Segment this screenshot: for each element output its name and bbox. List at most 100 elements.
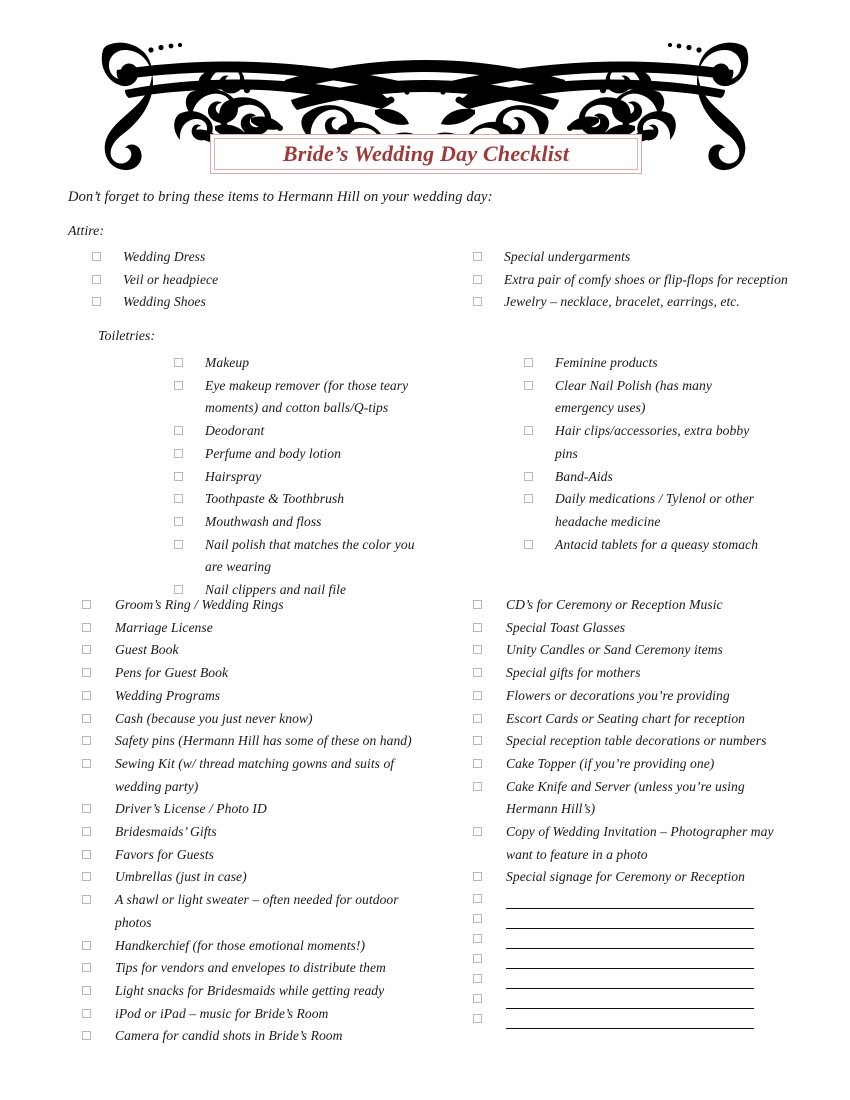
checkbox-icon[interactable] bbox=[174, 380, 183, 390]
checkbox-icon[interactable] bbox=[473, 736, 482, 746]
checkbox-icon[interactable] bbox=[473, 645, 482, 655]
checkbox-icon[interactable] bbox=[473, 781, 482, 791]
blank-write-in-row[interactable] bbox=[473, 909, 793, 930]
check-item[interactable]: Veil or headpiece bbox=[92, 269, 462, 292]
checkbox-icon[interactable] bbox=[473, 894, 482, 904]
checkbox-icon[interactable] bbox=[82, 713, 91, 723]
checkbox-icon[interactable] bbox=[174, 494, 183, 504]
checkbox-icon[interactable] bbox=[524, 539, 533, 549]
check-item[interactable]: CD’s for Ceremony or Reception Music bbox=[473, 594, 793, 617]
check-item[interactable]: Favors for Guests bbox=[82, 844, 422, 867]
blank-line[interactable] bbox=[506, 975, 754, 990]
check-item[interactable]: Groom’s Ring / Wedding Rings bbox=[82, 594, 422, 617]
check-item[interactable]: A shawl or light sweater – often needed … bbox=[82, 889, 422, 934]
check-item[interactable]: Clear Nail Polish (has many emergency us… bbox=[524, 375, 774, 420]
checkbox-icon[interactable] bbox=[473, 274, 482, 284]
check-item[interactable]: Perfume and body lotion bbox=[174, 443, 424, 466]
checkbox-icon[interactable] bbox=[473, 954, 482, 964]
check-item[interactable]: Marriage License bbox=[82, 617, 422, 640]
check-item[interactable]: Antacid tablets for a queasy stomach bbox=[524, 534, 774, 557]
check-item[interactable]: Daily medications / Tylenol or other hea… bbox=[524, 488, 774, 533]
check-item[interactable]: Handkerchief (for those emotional moment… bbox=[82, 935, 422, 958]
checkbox-icon[interactable] bbox=[473, 622, 482, 632]
checkbox-icon[interactable] bbox=[82, 804, 91, 814]
blank-write-in-row[interactable] bbox=[473, 1009, 793, 1030]
check-item[interactable]: Special signage for Ceremony or Receptio… bbox=[473, 866, 793, 889]
checkbox-icon[interactable] bbox=[524, 426, 533, 436]
check-item[interactable]: Extra pair of comfy shoes or flip-flops … bbox=[473, 269, 793, 292]
checkbox-icon[interactable] bbox=[473, 974, 482, 984]
checkbox-icon[interactable] bbox=[92, 252, 101, 261]
blank-write-in-row[interactable] bbox=[473, 929, 793, 950]
blank-line[interactable] bbox=[506, 915, 754, 930]
check-item[interactable]: Wedding Shoes bbox=[92, 291, 462, 314]
check-item[interactable]: Wedding Programs bbox=[82, 685, 422, 708]
checkbox-icon[interactable] bbox=[473, 668, 482, 678]
check-item[interactable]: Camera for candid shots in Bride’s Room bbox=[82, 1025, 422, 1048]
blank-line[interactable] bbox=[506, 995, 754, 1010]
check-item[interactable]: iPod or iPad – music for Bride’s Room bbox=[82, 1003, 422, 1026]
checkbox-icon[interactable] bbox=[174, 539, 183, 549]
check-item[interactable]: Nail polish that matches the color you a… bbox=[174, 534, 424, 579]
check-item[interactable]: Sewing Kit (w/ thread matching gowns and… bbox=[82, 753, 422, 798]
check-item[interactable]: Deodorant bbox=[174, 420, 424, 443]
check-item[interactable]: Unity Candles or Sand Ceremony items bbox=[473, 639, 793, 662]
checkbox-icon[interactable] bbox=[174, 516, 183, 526]
check-item[interactable]: Copy of Wedding Invitation – Photographe… bbox=[473, 821, 793, 866]
check-item[interactable]: Cake Topper (if you’re providing one) bbox=[473, 753, 793, 776]
checkbox-icon[interactable] bbox=[82, 668, 91, 678]
checkbox-icon[interactable] bbox=[473, 994, 482, 1004]
checkbox-icon[interactable] bbox=[82, 985, 91, 995]
check-item[interactable]: Hair clips/accessories, extra bobby pins bbox=[524, 420, 774, 465]
checkbox-icon[interactable] bbox=[82, 1031, 91, 1041]
checkbox-icon[interactable] bbox=[82, 872, 91, 882]
checkbox-icon[interactable] bbox=[473, 713, 482, 723]
blank-write-in-row[interactable] bbox=[473, 969, 793, 990]
checkbox-icon[interactable] bbox=[524, 471, 533, 481]
check-item[interactable]: Eye makeup remover (for those teary mome… bbox=[174, 375, 424, 420]
check-item[interactable]: Feminine products bbox=[524, 352, 774, 375]
check-item[interactable]: Bridesmaids’ Gifts bbox=[82, 821, 422, 844]
check-item[interactable]: Driver’s License / Photo ID bbox=[82, 798, 422, 821]
blank-line[interactable] bbox=[506, 895, 754, 910]
checkbox-icon[interactable] bbox=[92, 274, 101, 284]
checkbox-icon[interactable] bbox=[473, 690, 482, 700]
check-item[interactable]: Safety pins (Hermann Hill has some of th… bbox=[82, 730, 422, 753]
checkbox-icon[interactable] bbox=[473, 252, 482, 261]
checkbox-icon[interactable] bbox=[82, 1008, 91, 1018]
check-item[interactable]: Light snacks for Bridesmaids while getti… bbox=[82, 980, 422, 1003]
checkbox-icon[interactable] bbox=[524, 494, 533, 504]
check-item[interactable]: Hairspray bbox=[174, 466, 424, 489]
check-item[interactable]: Makeup bbox=[174, 352, 424, 375]
checkbox-icon[interactable] bbox=[473, 600, 482, 609]
checkbox-icon[interactable] bbox=[82, 690, 91, 700]
checkbox-icon[interactable] bbox=[82, 758, 91, 768]
checkbox-icon[interactable] bbox=[82, 645, 91, 655]
check-item[interactable]: Special reception table decorations or n… bbox=[473, 730, 793, 753]
blank-write-in-row[interactable] bbox=[473, 989, 793, 1010]
check-item[interactable]: Escort Cards or Seating chart for recept… bbox=[473, 708, 793, 731]
checkbox-icon[interactable] bbox=[524, 358, 533, 367]
blank-line[interactable] bbox=[506, 955, 754, 970]
checkbox-icon[interactable] bbox=[174, 358, 183, 367]
check-item[interactable]: Tips for vendors and envelopes to distri… bbox=[82, 957, 422, 980]
checkbox-icon[interactable] bbox=[92, 297, 101, 307]
blank-write-in-row[interactable] bbox=[473, 949, 793, 970]
check-item[interactable]: Toothpaste & Toothbrush bbox=[174, 488, 424, 511]
checkbox-icon[interactable] bbox=[174, 585, 183, 595]
blank-line[interactable] bbox=[506, 935, 754, 950]
check-item[interactable]: Special gifts for mothers bbox=[473, 662, 793, 685]
checkbox-icon[interactable] bbox=[82, 622, 91, 632]
checkbox-icon[interactable] bbox=[473, 914, 482, 924]
checkbox-icon[interactable] bbox=[82, 895, 91, 905]
checkbox-icon[interactable] bbox=[473, 934, 482, 944]
checkbox-icon[interactable] bbox=[473, 1014, 482, 1024]
blank-line[interactable] bbox=[506, 1015, 754, 1030]
blank-write-in-row[interactable] bbox=[473, 889, 793, 910]
check-item[interactable]: Special undergarments bbox=[473, 246, 793, 269]
checkbox-icon[interactable] bbox=[82, 940, 91, 950]
check-item[interactable]: Guest Book bbox=[82, 639, 422, 662]
check-item[interactable]: Pens for Guest Book bbox=[82, 662, 422, 685]
check-item[interactable]: Cake Knife and Server (unless you’re usi… bbox=[473, 776, 793, 821]
check-item[interactable]: Band-Aids bbox=[524, 466, 774, 489]
